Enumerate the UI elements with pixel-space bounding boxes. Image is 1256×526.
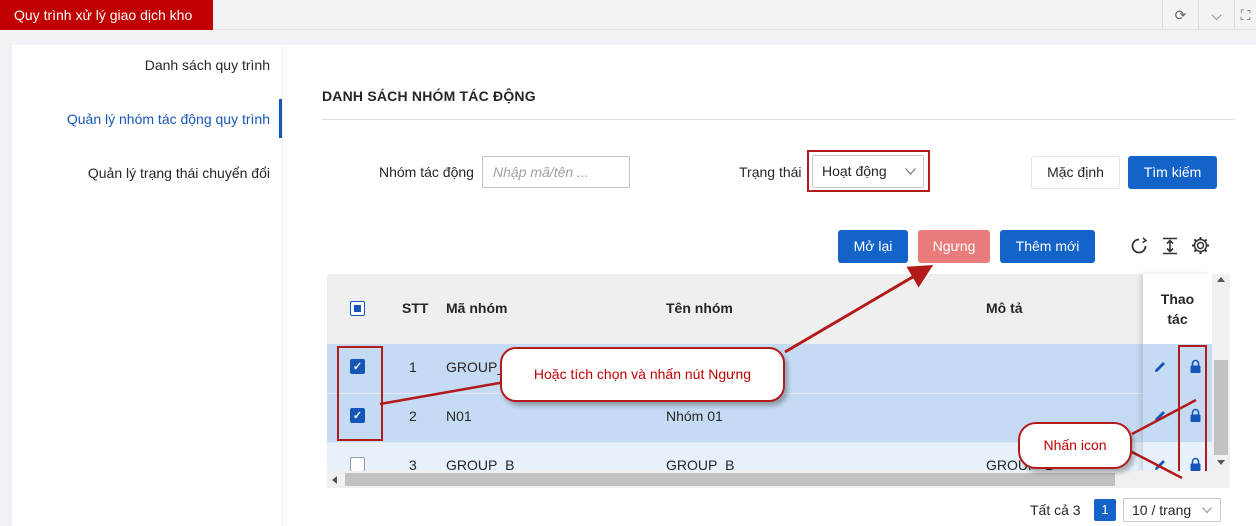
- refresh-icon[interactable]: ⟳: [1162, 0, 1198, 30]
- reload-icon[interactable]: [1130, 237, 1148, 255]
- edit-icon[interactable]: [1153, 360, 1167, 374]
- row-code: GROUP_: [446, 359, 506, 375]
- search-button[interactable]: Tìm kiếm: [1128, 156, 1217, 189]
- stop-button[interactable]: Ngưng: [918, 230, 990, 263]
- lock-icons-highlight-box: [1178, 345, 1207, 482]
- page-size-value: 10 / trang: [1132, 502, 1192, 518]
- chevron-down-icon[interactable]: ⌵: [1198, 0, 1234, 30]
- page-title: DANH SÁCH NHÓM TÁC ĐỘNG: [322, 88, 536, 104]
- group-search-input[interactable]: [482, 156, 630, 188]
- sidebar-item-process-list[interactable]: Danh sách quy trình: [12, 57, 270, 73]
- horizontal-scrollbar[interactable]: [327, 471, 1230, 488]
- checkbox-highlight-box: [337, 346, 383, 441]
- column-header-description: Mô tả: [986, 300, 1023, 316]
- vertical-scrollbar[interactable]: [1212, 274, 1230, 471]
- sidebar-item-status-transition[interactable]: Quản lý trạng thái chuyển đổi: [12, 165, 270, 181]
- chevron-down-icon: [905, 168, 916, 175]
- status-select-value: Hoạt động: [822, 163, 887, 179]
- status-filter-label: Trạng thái: [739, 164, 802, 180]
- column-header-code: Mã nhóm: [446, 300, 508, 316]
- sidebar-item-group-management[interactable]: Quản lý nhóm tác động quy trình: [12, 111, 270, 127]
- column-height-icon[interactable]: [1161, 237, 1179, 255]
- column-header-stt: STT: [402, 300, 429, 316]
- group-filter-label: Nhóm tác động: [379, 164, 474, 180]
- callout-main: Hoặc tích chọn và nhấn nút Ngưng: [500, 347, 785, 402]
- row-stt: 1: [409, 359, 417, 375]
- column-header-actions-line2: tác: [1167, 311, 1188, 327]
- edit-icon[interactable]: [1153, 409, 1167, 423]
- page-size-select[interactable]: 10 / trang: [1123, 498, 1221, 522]
- expand-icon[interactable]: ⛶: [1234, 0, 1256, 30]
- app-tab[interactable]: Quy trình xử lý giao dịch kho: [0, 0, 213, 30]
- title-divider: [322, 119, 1235, 120]
- status-select[interactable]: Hoạt động: [812, 155, 924, 188]
- sidebar-active-indicator: [279, 99, 282, 138]
- add-new-button[interactable]: Thêm mới: [1000, 230, 1095, 263]
- column-header-actions: Thao tác: [1143, 289, 1212, 329]
- pagination-page-1[interactable]: 1: [1094, 499, 1116, 521]
- settings-gear-icon[interactable]: [1191, 236, 1210, 255]
- select-all-checkbox[interactable]: [350, 301, 365, 316]
- column-header-name: Tên nhóm: [666, 300, 733, 316]
- default-button[interactable]: Mặc định: [1031, 156, 1120, 189]
- row-code: N01: [446, 408, 472, 424]
- row-checkbox[interactable]: [350, 457, 365, 472]
- column-header-actions-line1: Thao: [1160, 291, 1195, 307]
- row-name: Nhóm 01: [666, 408, 723, 424]
- chevron-down-icon: [1202, 507, 1212, 513]
- pagination-total: Tất cả 3: [1030, 502, 1081, 518]
- edit-icon[interactable]: [1153, 458, 1167, 472]
- callout-icon: Nhấn icon: [1018, 422, 1132, 469]
- row-stt: 2: [409, 408, 417, 424]
- reopen-button[interactable]: Mở lại: [838, 230, 908, 263]
